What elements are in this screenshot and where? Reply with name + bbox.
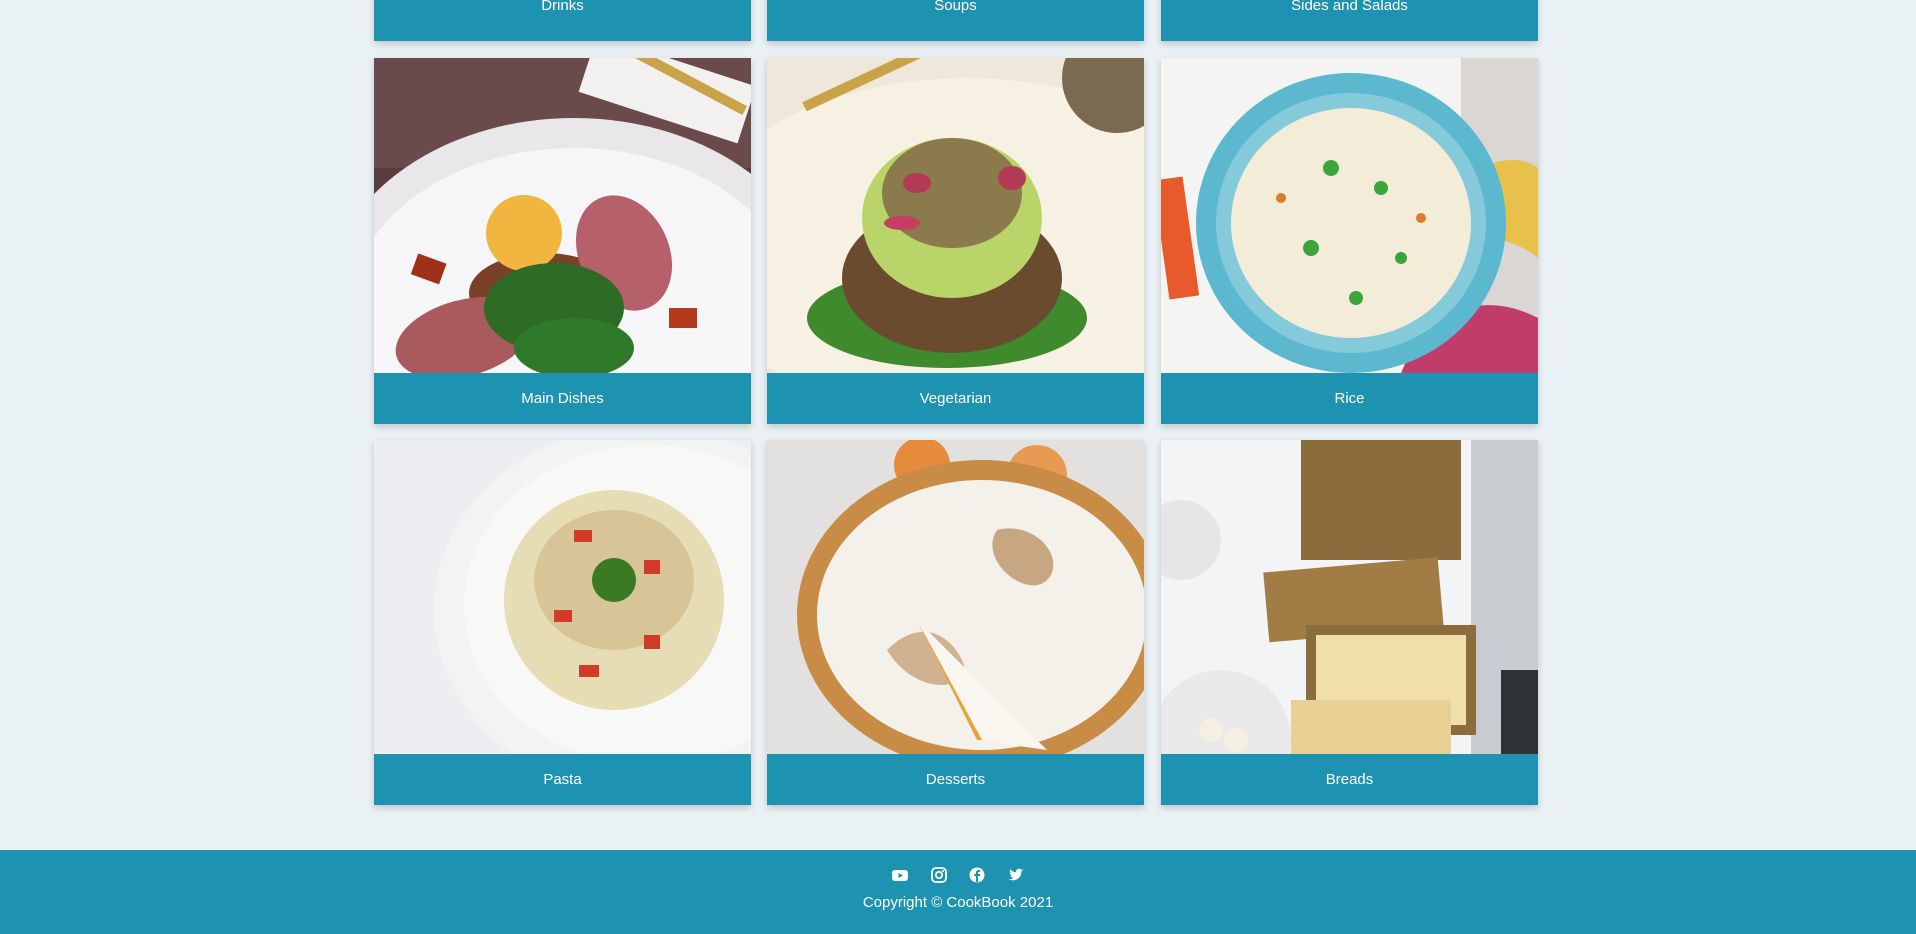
category-card-rice[interactable]: Rice [1161,58,1538,424]
twitter-icon[interactable] [1007,866,1025,884]
category-label: Sides and Salads [1161,0,1538,41]
facebook-icon[interactable] [968,866,986,884]
youtube-icon[interactable] [891,866,909,884]
category-label: Main Dishes [374,373,751,424]
category-card-desserts[interactable]: Desserts [767,440,1144,805]
main-dishes-photo [374,58,751,373]
category-label: Drinks [374,0,751,41]
category-card-vegetarian[interactable]: Vegetarian [767,58,1144,424]
category-label: Vegetarian [767,373,1144,424]
category-label: Breads [1161,754,1538,805]
pasta-photo [374,440,751,755]
social-links [0,866,1916,884]
footer: Copyright © CookBook 2021 [0,850,1916,934]
vegetarian-photo [767,58,1144,373]
category-card-sides-and-salads[interactable]: Sides and Salads [1161,0,1538,41]
breads-photo [1161,440,1538,755]
category-label: Soups [767,0,1144,41]
category-label: Desserts [767,754,1144,805]
category-card-main-dishes[interactable]: Main Dishes [374,58,751,424]
category-grid: Drinks Soups Sides and Salads Main Dishe… [374,0,1539,805]
category-card-soups[interactable]: Soups [767,0,1144,41]
rice-photo [1161,58,1538,373]
category-label: Rice [1161,373,1538,424]
copyright-text: Copyright © CookBook 2021 [862,894,1054,911]
category-label: Pasta [374,754,751,805]
instagram-icon[interactable] [930,866,948,884]
category-card-drinks[interactable]: Drinks [374,0,751,41]
category-card-pasta[interactable]: Pasta [374,440,751,805]
category-card-breads[interactable]: Breads [1161,440,1538,805]
desserts-photo [767,440,1144,755]
